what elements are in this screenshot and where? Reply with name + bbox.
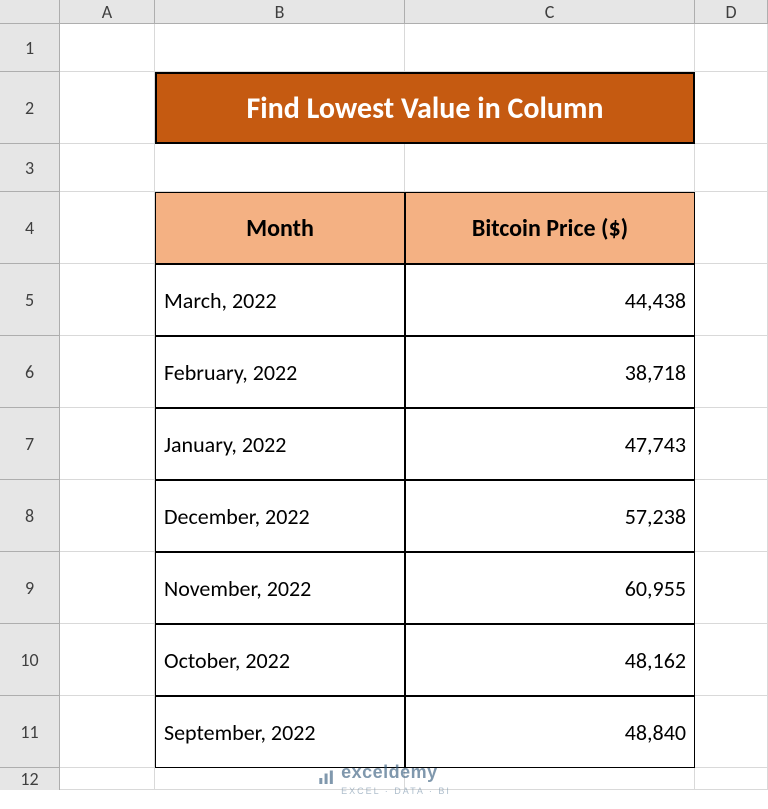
cell-a7[interactable] [60, 408, 155, 480]
cell-d10[interactable] [695, 624, 768, 696]
table-row[interactable]: 48,162 [405, 624, 695, 696]
col-header-c[interactable]: C [405, 0, 695, 24]
table-row[interactable]: 47,743 [405, 408, 695, 480]
cell-d2[interactable] [695, 72, 768, 144]
table-header-price[interactable]: Bitcoin Price ($) [405, 192, 695, 264]
row-header-6[interactable]: 6 [0, 336, 60, 408]
table-row[interactable]: 60,955 [405, 552, 695, 624]
row-header-2[interactable]: 2 [0, 72, 60, 144]
cell-b1[interactable] [155, 24, 405, 72]
col-header-d[interactable]: D [695, 0, 768, 24]
cell-a8[interactable] [60, 480, 155, 552]
cell-c1[interactable] [405, 24, 695, 72]
cell-d11[interactable] [695, 696, 768, 768]
cell-a10[interactable] [60, 624, 155, 696]
cell-a4[interactable] [60, 192, 155, 264]
watermark: exceldemy EXCEL · DATA · BI [317, 762, 451, 797]
cell-b3[interactable] [155, 144, 405, 192]
table-row[interactable]: December, 2022 [155, 480, 405, 552]
table-row[interactable]: 44,438 [405, 264, 695, 336]
cell-d6[interactable] [695, 336, 768, 408]
table-row[interactable]: March, 2022 [155, 264, 405, 336]
row-header-11[interactable]: 11 [0, 696, 60, 768]
row-header-4[interactable]: 4 [0, 192, 60, 264]
table-row[interactable]: 57,238 [405, 480, 695, 552]
cell-a3[interactable] [60, 144, 155, 192]
cell-a1[interactable] [60, 24, 155, 72]
cell-a5[interactable] [60, 264, 155, 336]
table-row[interactable]: 48,840 [405, 696, 695, 768]
cell-d12[interactable] [695, 768, 768, 790]
cell-a9[interactable] [60, 552, 155, 624]
title-cell[interactable]: Find Lowest Value in Column [155, 72, 695, 144]
chart-icon [317, 769, 335, 790]
cell-a6[interactable] [60, 336, 155, 408]
cell-a11[interactable] [60, 696, 155, 768]
watermark-sub: EXCEL · DATA · BI [341, 786, 451, 796]
row-header-3[interactable]: 3 [0, 144, 60, 192]
cell-d4[interactable] [695, 192, 768, 264]
cell-d7[interactable] [695, 408, 768, 480]
table-row[interactable]: February, 2022 [155, 336, 405, 408]
table-row[interactable]: September, 2022 [155, 696, 405, 768]
row-header-8[interactable]: 8 [0, 480, 60, 552]
cell-d8[interactable] [695, 480, 768, 552]
col-header-a[interactable]: A [60, 0, 155, 24]
row-header-5[interactable]: 5 [0, 264, 60, 336]
select-all-corner[interactable] [0, 0, 60, 24]
table-row[interactable]: January, 2022 [155, 408, 405, 480]
cell-c3[interactable] [405, 144, 695, 192]
table-header-month[interactable]: Month [155, 192, 405, 264]
cell-a12[interactable] [60, 768, 155, 790]
watermark-brand: exceldemy [341, 762, 438, 782]
spreadsheet-grid: A B C D 1 2 Find Lowest Value in Column … [0, 0, 768, 790]
row-header-1[interactable]: 1 [0, 24, 60, 72]
table-row[interactable]: 38,718 [405, 336, 695, 408]
table-row[interactable]: October, 2022 [155, 624, 405, 696]
cell-a2[interactable] [60, 72, 155, 144]
row-header-9[interactable]: 9 [0, 552, 60, 624]
table-row[interactable]: November, 2022 [155, 552, 405, 624]
row-header-7[interactable]: 7 [0, 408, 60, 480]
col-header-b[interactable]: B [155, 0, 405, 24]
cell-d5[interactable] [695, 264, 768, 336]
cell-d1[interactable] [695, 24, 768, 72]
cell-d3[interactable] [695, 144, 768, 192]
row-header-10[interactable]: 10 [0, 624, 60, 696]
cell-d9[interactable] [695, 552, 768, 624]
row-header-12[interactable]: 12 [0, 768, 60, 790]
